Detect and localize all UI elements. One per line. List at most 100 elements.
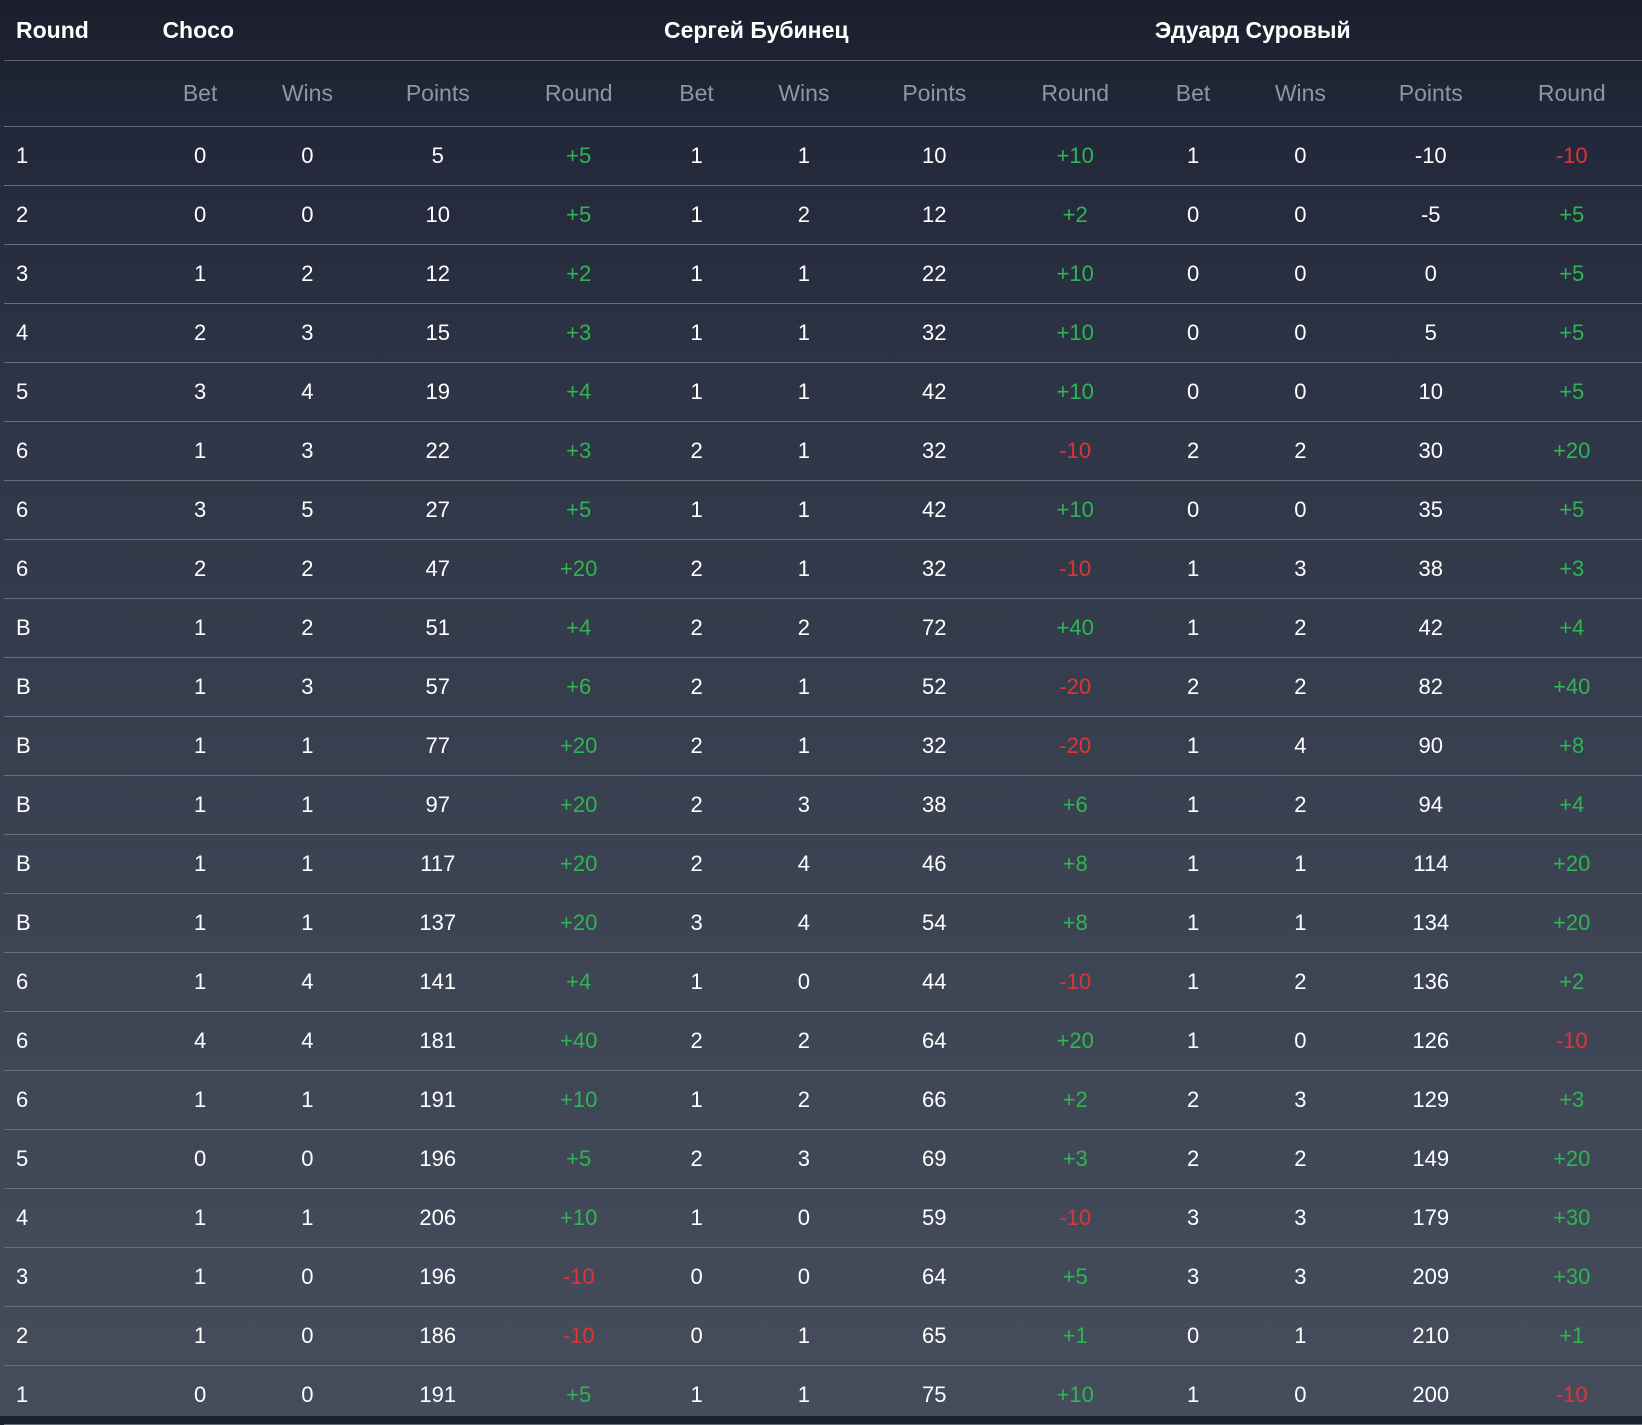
round-delta-cell: +10 — [508, 1188, 649, 1248]
round-delta-cell: +20 — [508, 775, 649, 835]
points-cell: 32 — [863, 716, 1005, 776]
round-delta-cell: -10 — [1005, 539, 1146, 599]
wins-cell: 1 — [1240, 1306, 1361, 1366]
wins-cell: 2 — [1240, 657, 1361, 717]
round-delta-cell: -10 — [1501, 1011, 1642, 1071]
subcolumn-header-bet: Bet — [1145, 60, 1241, 127]
wins-cell: 3 — [1240, 1247, 1361, 1307]
wins-cell: 3 — [247, 657, 368, 717]
table-body: 1 0 0 5 +5 1 1 10 +10 1 0 -10 -10 2 0 0 10 +5 1 2 12 +2 0 0 -5 +5… — [4, 126, 1642, 1425]
bet-cell: 2 — [648, 598, 745, 658]
bet-cell: 0 — [152, 126, 248, 186]
wins-cell: 0 — [1240, 126, 1361, 186]
wins-cell: 0 — [744, 952, 864, 1012]
round-delta-cell: +4 — [1501, 775, 1642, 835]
bet-cell: 2 — [648, 1011, 745, 1071]
points-cell: 22 — [367, 421, 509, 481]
wins-cell: 0 — [1240, 244, 1361, 304]
round-delta-cell: +2 — [1005, 1070, 1146, 1130]
table-row: 2 1 0 186 -10 0 1 65 +1 0 1 210 +1 — [4, 1306, 1642, 1366]
round-delta-cell: +10 — [1005, 244, 1146, 304]
header-spacer — [367, 0, 649, 61]
round-cell: 6 — [4, 952, 153, 1012]
player-names-row: Round Choco Сергей Бубинец Эдуард Суровы… — [4, 0, 1642, 61]
round-delta-cell: +5 — [1501, 303, 1642, 363]
wins-cell: 1 — [247, 775, 368, 835]
round-delta-cell: +20 — [1005, 1011, 1146, 1071]
points-cell: 35 — [1360, 480, 1502, 540]
table-row: 6 3 5 27 +5 1 1 42 +10 0 0 35 +5 — [4, 480, 1642, 540]
bet-cell: 1 — [152, 598, 248, 658]
table-row: 6 4 4 181 +40 2 2 64 +20 1 0 126 -10 — [4, 1011, 1642, 1071]
wins-cell: 2 — [1240, 1129, 1361, 1189]
points-cell: 10 — [863, 126, 1005, 186]
points-cell: 47 — [367, 539, 509, 599]
bet-cell: 2 — [648, 1129, 745, 1189]
points-cell: 51 — [367, 598, 509, 658]
round-cell: 2 — [4, 185, 153, 245]
bet-cell: 0 — [152, 185, 248, 245]
wins-cell: 2 — [744, 185, 864, 245]
round-delta-cell: +20 — [508, 716, 649, 776]
round-delta-cell: -10 — [508, 1306, 649, 1366]
bet-cell: 1 — [1145, 539, 1241, 599]
bet-cell: 1 — [648, 185, 745, 245]
round-delta-cell: +5 — [508, 1129, 649, 1189]
points-cell: 22 — [863, 244, 1005, 304]
bet-cell: 1 — [648, 244, 745, 304]
round-delta-cell: -10 — [1005, 421, 1146, 481]
points-cell: 0 — [1360, 244, 1502, 304]
table-row: B 1 1 97 +20 2 3 38 +6 1 2 94 +4 — [4, 775, 1642, 835]
table-row: 4 2 3 15 +3 1 1 32 +10 0 0 5 +5 — [4, 303, 1642, 363]
round-delta-cell: +4 — [1501, 598, 1642, 658]
bet-cell: 1 — [1145, 126, 1241, 186]
wins-cell: 4 — [744, 834, 864, 894]
bet-cell: 3 — [152, 480, 248, 540]
round-delta-cell: +40 — [1501, 657, 1642, 717]
points-cell: 59 — [863, 1188, 1005, 1248]
round-delta-cell: +5 — [508, 185, 649, 245]
bet-cell: 2 — [1145, 1129, 1241, 1189]
round-delta-cell: +3 — [508, 303, 649, 363]
subcolumn-header-bet: Bet — [648, 60, 745, 127]
round-delta-cell: +3 — [1501, 539, 1642, 599]
table-row: 6 1 3 22 +3 2 1 32 -10 2 2 30 +20 — [4, 421, 1642, 481]
points-cell: 97 — [367, 775, 509, 835]
round-cell: B — [4, 598, 153, 658]
bet-cell: 1 — [648, 303, 745, 363]
subcolumn-header-round: Round — [1005, 60, 1146, 127]
points-cell: 196 — [367, 1129, 509, 1189]
table-row: 3 1 2 12 +2 1 1 22 +10 0 0 0 +5 — [4, 244, 1642, 304]
bet-cell: 0 — [1145, 244, 1241, 304]
round-delta-cell: +3 — [1501, 1070, 1642, 1130]
table-row: B 1 1 117 +20 2 4 46 +8 1 1 114 +20 — [4, 834, 1642, 894]
bet-cell: 3 — [1145, 1247, 1241, 1307]
round-cell: 6 — [4, 421, 153, 481]
table-row: 6 2 2 47 +20 2 1 32 -10 1 3 38 +3 — [4, 539, 1642, 599]
points-cell: 196 — [367, 1247, 509, 1307]
wins-cell: 4 — [744, 893, 864, 953]
wins-cell: 1 — [744, 1306, 864, 1366]
bet-cell: 3 — [152, 362, 248, 422]
round-cell: 6 — [4, 480, 153, 540]
wins-cell: 1 — [247, 893, 368, 953]
bet-cell: 0 — [1145, 480, 1241, 540]
wins-cell: 2 — [1240, 952, 1361, 1012]
round-delta-cell: +5 — [1005, 1247, 1146, 1307]
wins-cell: 1 — [247, 834, 368, 894]
wins-cell: 0 — [247, 1247, 368, 1307]
round-delta-cell: -10 — [1005, 952, 1146, 1012]
round-delta-cell: +10 — [508, 1070, 649, 1130]
bet-cell: 2 — [1145, 657, 1241, 717]
round-delta-cell: +4 — [508, 952, 649, 1012]
points-cell: 136 — [1360, 952, 1502, 1012]
round-delta-cell: +5 — [1501, 362, 1642, 422]
round-delta-cell: +1 — [1005, 1306, 1146, 1366]
bet-cell: 2 — [648, 421, 745, 481]
wins-cell: 0 — [1240, 480, 1361, 540]
table-header: Round Choco Сергей Бубинец Эдуард Суровы… — [4, 0, 1642, 127]
wins-cell: 1 — [744, 657, 864, 717]
table-row: 5 0 0 196 +5 2 3 69 +3 2 2 149 +20 — [4, 1129, 1642, 1189]
wins-cell: 1 — [744, 244, 864, 304]
subcolumn-header-bet: Bet — [152, 60, 248, 127]
